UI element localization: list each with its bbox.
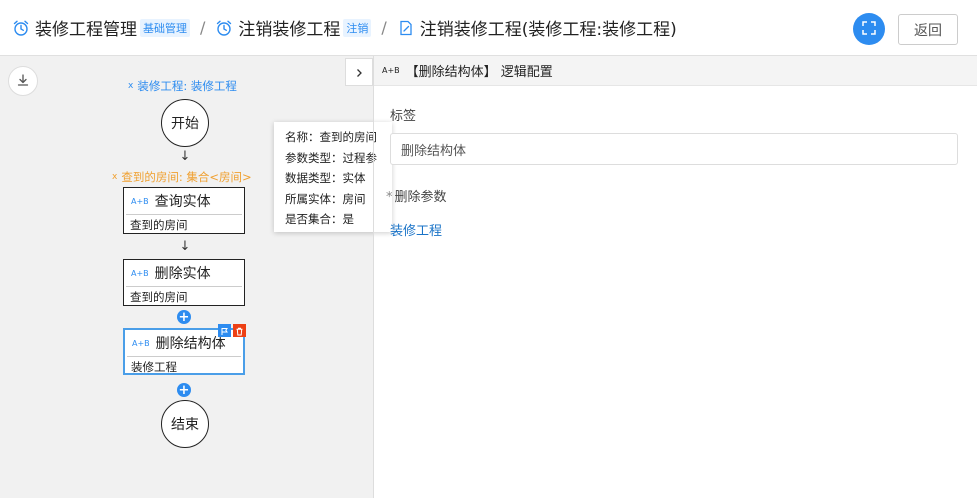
alarm-clock-icon [12,19,30,37]
download-button[interactable] [8,66,38,96]
breadcrumb-separator: / [381,18,387,37]
config-panel-header: A+B 【删除结构体】 逻辑配置 [374,56,977,86]
breadcrumb-label: 注销装修工程 [238,20,341,40]
panel-splitter[interactable] [373,56,374,498]
breadcrumb-item-2[interactable]: 注销装修工程 注销 [215,15,372,40]
input-param-label: 装修工程: 装修工程 [137,79,237,93]
top-header: 装修工程管理 基础管理 / 注销装修工程 注销 / 注销装修工程(装修工程:装修… [0,0,977,56]
breadcrumb-tag: 基础管理 [140,18,190,37]
fullscreen-icon [862,20,876,39]
node-title: 删除结构体 [155,336,226,352]
breadcrumb-label: 注销装修工程(装修工程:装修工程) [419,20,677,40]
tooltip-line: 参数类型：过程参 [285,150,377,165]
required-mark: * [386,190,393,205]
delete-param-text: 删除参数 [394,190,447,205]
node-head: A+B 删除实体 [126,260,242,287]
collapse-panel-button[interactable] [345,58,373,86]
node-badge: A+B [131,196,149,206]
delete-entity-node[interactable]: A+B 删除实体 查到的房间 [123,259,245,306]
label-input[interactable] [390,133,958,165]
breadcrumb-label: 装修工程管理 [35,20,137,40]
query-result-param-label: 查到的房间: 集合<房间> [121,170,252,184]
start-node[interactable]: 开始 [161,99,209,147]
delete-param-label: * 删除参数 [386,186,447,205]
node-badge: A+B [132,338,150,348]
node-title: 查询实体 [154,194,211,210]
tooltip-line: 是否集合：是 [285,212,354,226]
panel-badge: A+B [382,66,400,75]
flag-icon [220,321,229,340]
tooltip-line: 所属实体：房间 [285,191,366,206]
fullscreen-button[interactable] [853,13,885,45]
download-icon [16,72,30,91]
tooltip-line: 数据类型：实体 [285,171,366,185]
start-label: 开始 [171,116,199,132]
node-sub: 查到的房间 [130,290,188,304]
add-node-button[interactable]: + [177,383,191,397]
breadcrumb-item-1[interactable]: 装修工程管理 基础管理 [12,15,190,40]
end-label: 结束 [171,417,199,433]
edit-document-icon [397,19,415,37]
node-sub: 查到的房间 [130,218,188,232]
panel-title: 【删除结构体】 逻辑配置 [405,65,553,80]
breadcrumb-item-3: 注销装修工程(装修工程:装修工程) [397,15,677,40]
input-param-tag[interactable]: x 装修工程: 装修工程 [128,78,237,94]
query-entity-node[interactable]: A+B 查询实体 查到的房间 [123,187,245,234]
param-icon: x [112,172,118,182]
node-delete-button[interactable] [233,324,246,337]
delete-param-link[interactable]: 装修工程 [390,220,442,239]
node-badge: A+B [131,268,149,278]
node-sub: 装修工程 [131,360,177,374]
breadcrumb-separator: / [200,18,206,37]
param-tooltip: 名称：查到的房间 参数类型：过程参 数据类型：实体 所属实体：房间 是否集合：是 [274,122,392,232]
back-button[interactable]: 返回 [898,14,958,45]
tooltip-line: 名称：查到的房间 [285,130,377,144]
flow-arrow: ↓ [179,239,191,254]
node-title: 删除实体 [154,266,211,282]
end-node[interactable]: 结束 [161,400,209,448]
add-node-button[interactable]: + [177,310,191,324]
alarm-clock-icon [215,19,233,37]
label-field-label: 标签 [390,109,417,124]
flow-canvas[interactable]: x 装修工程: 装修工程 开始 ↓ x 查到的房间: 集合<房间> A+B 查询… [0,56,392,498]
chevron-right-icon [354,63,364,82]
node-head: A+B 查询实体 [126,188,242,215]
trash-icon [235,321,244,340]
breadcrumb-tag: 注销 [343,18,372,37]
query-result-param-tag[interactable]: x 查到的房间: 集合<房间> [112,169,252,185]
flow-arrow: ↓ [179,149,191,164]
node-flag-button[interactable] [218,324,231,337]
param-icon: x [128,81,134,91]
